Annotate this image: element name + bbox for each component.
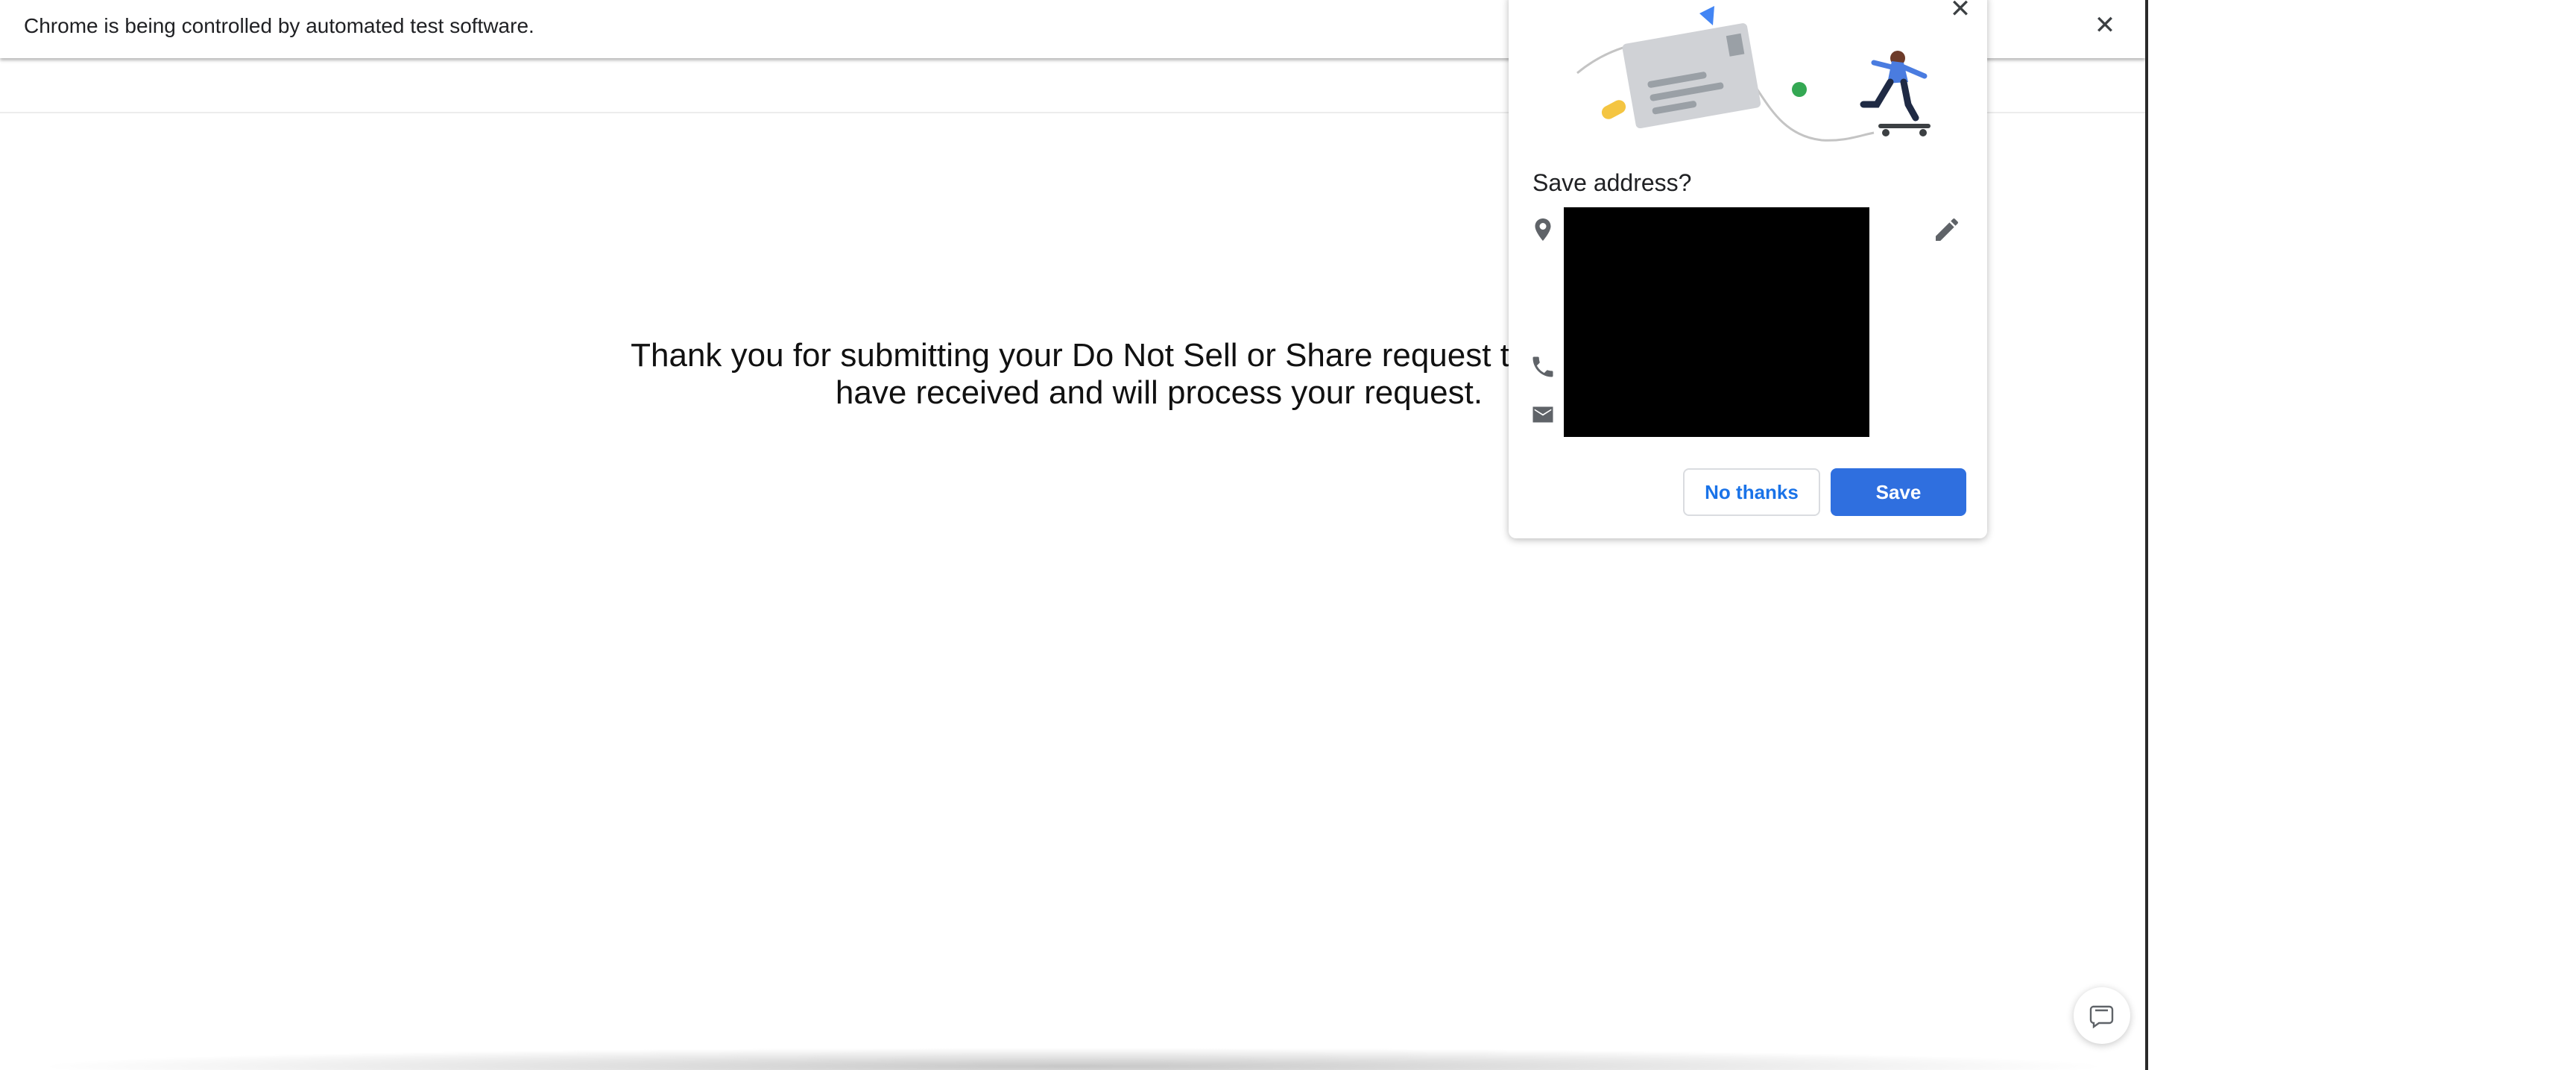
screen: Chrome is being controlled by automated …: [0, 0, 2576, 1070]
pencil-icon[interactable]: [1932, 215, 1962, 245]
location-pin-icon: [1535, 218, 1551, 241]
email-icon: [1532, 406, 1553, 423]
redacted-address-details: [1564, 207, 1869, 437]
infobar-close-icon[interactable]: ✕: [2092, 12, 2118, 39]
dialog-title: Save address?: [1532, 169, 1692, 196]
save-address-dialog: ✕ Save address? No thanks Save: [1509, 0, 1987, 538]
dialog-close-icon[interactable]: ✕: [1947, 0, 1974, 22]
phone-icon: [1532, 356, 1553, 377]
chat-icon: [2089, 1005, 2114, 1029]
no-thanks-button[interactable]: No thanks: [1683, 468, 1820, 516]
chat-button[interactable]: [2074, 987, 2130, 1044]
infobar-message: Chrome is being controlled by automated …: [24, 14, 534, 37]
window-bottom-shadow: [30, 1048, 2117, 1070]
address-illustration: [1576, 6, 1931, 142]
save-button[interactable]: Save: [1831, 468, 1966, 516]
